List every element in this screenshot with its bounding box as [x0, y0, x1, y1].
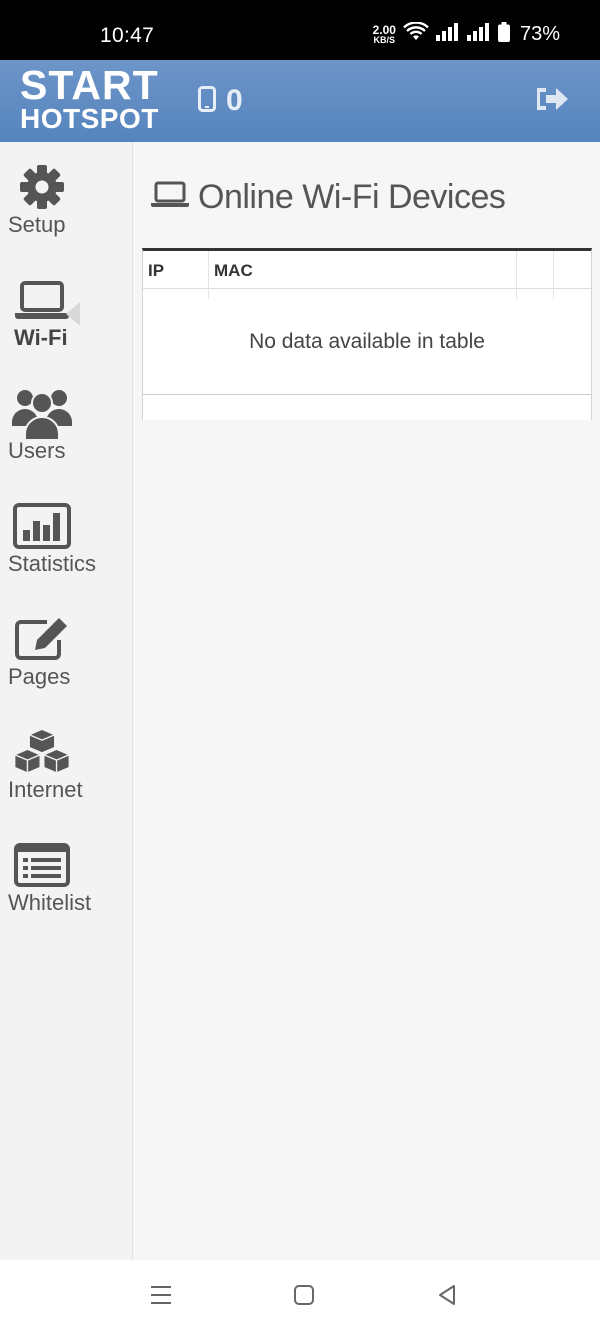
laptop-icon — [150, 181, 190, 214]
sidebar-item-label: Whitelist — [8, 890, 92, 915]
sidebar-item-statistics[interactable]: Statistics — [0, 481, 133, 581]
net-speed: 2.00 KB/S — [372, 22, 396, 45]
sign-out-icon — [534, 88, 570, 118]
sidebar-item-label: Internet — [8, 777, 83, 802]
wifi-icon — [403, 21, 429, 47]
battery-icon — [497, 22, 510, 47]
logo-line2: HOTSPOT — [20, 103, 159, 134]
sidebar-item-internet[interactable]: Internet — [0, 707, 133, 807]
sidebar-item-label: Users — [8, 438, 66, 463]
sidebar-item-pages[interactable]: Pages — [0, 594, 133, 694]
app-header: START HOTSPOT 0 — [0, 60, 600, 142]
status-icons: 2.00 KB/S 73% — [372, 21, 560, 47]
sidebar-item-label: Statistics — [8, 551, 97, 576]
back-button[interactable] — [432, 1282, 462, 1312]
list-icon — [12, 840, 72, 890]
edit-icon — [12, 614, 72, 664]
status-time: 10:47 — [100, 24, 155, 47]
bar-chart-icon — [12, 501, 72, 551]
signal-icon-2 — [466, 23, 491, 46]
square-icon — [293, 1284, 315, 1311]
status-bar: 10:47 2.00 KB/S 73% — [0, 0, 600, 60]
page-title-text: Online Wi-Fi Devices — [198, 178, 506, 216]
sidebar-item-users[interactable]: Users — [0, 368, 133, 468]
cubes-icon — [12, 727, 72, 777]
back-triangle-icon — [436, 1284, 458, 1311]
gear-icon — [12, 162, 72, 212]
users-icon — [12, 388, 72, 440]
system-nav-bar — [0, 1260, 600, 1333]
signal-icon-1 — [435, 23, 460, 46]
table-footer — [143, 396, 591, 420]
active-indicator — [66, 302, 80, 326]
table-empty-message: No data available in table — [143, 289, 591, 395]
sidebar-item-label: Wi-Fi — [14, 325, 68, 350]
net-speed-unit: KB/S — [373, 34, 396, 45]
sidebar-item-setup[interactable]: Setup — [0, 142, 133, 242]
sidebar-item-whitelist[interactable]: Whitelist — [0, 820, 133, 920]
phone-icon — [198, 85, 216, 117]
sidebar-item-label: Pages — [8, 664, 71, 689]
page-title: Online Wi-Fi Devices — [150, 178, 506, 217]
device-count-value: 0 — [226, 84, 243, 117]
sidebar-item-label: Setup — [8, 212, 66, 237]
app-logo[interactable]: START HOTSPOT — [20, 62, 159, 134]
home-button[interactable] — [289, 1282, 319, 1312]
net-speed-value: 2.00 — [372, 22, 396, 37]
devices-table: IP MAC No data available in table — [142, 248, 592, 420]
table-header: IP MAC — [143, 251, 591, 299]
device-count[interactable]: 0 — [198, 84, 243, 118]
sidebar: Setup Wi-Fi Users Statistics Pages Inter… — [0, 142, 133, 1260]
logout-button[interactable] — [534, 84, 570, 119]
logo-line1: START — [20, 62, 159, 108]
battery-level: 73% — [519, 23, 560, 45]
recents-button[interactable] — [146, 1282, 176, 1312]
laptop-icon — [12, 275, 72, 325]
main-content: Online Wi-Fi Devices IP MAC No data avai… — [134, 142, 600, 1260]
menu-lines-icon — [149, 1284, 173, 1311]
